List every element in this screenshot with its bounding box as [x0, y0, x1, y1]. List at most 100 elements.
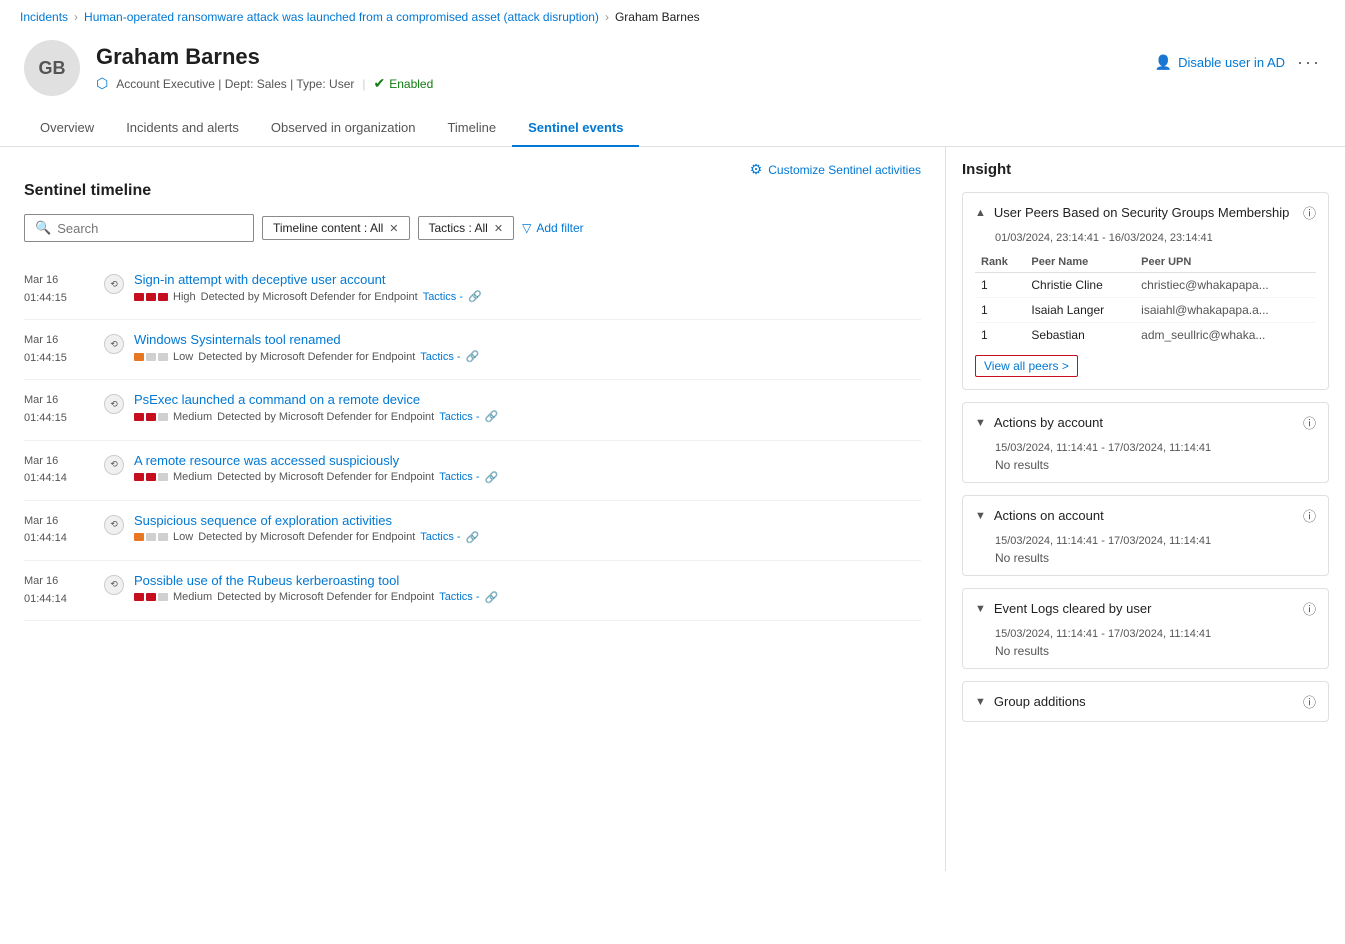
enabled-badge: ✔ Enabled: [373, 75, 433, 92]
item-title[interactable]: Windows Sysinternals tool renamed: [134, 332, 921, 347]
info-icon[interactable]: ⓘ: [1303, 599, 1316, 618]
insight-card-header[interactable]: ▼ Group additions ⓘ: [963, 682, 1328, 721]
breadcrumb-current: Graham Barnes: [615, 10, 700, 24]
time-col: Mar 16 01:44:14: [24, 453, 94, 488]
ext-icon: 🔗: [468, 290, 482, 303]
insight-title: Insight: [962, 161, 1329, 178]
tactics-label[interactable]: Tactics -: [423, 291, 463, 303]
insight-card-user-peers: ▲ User Peers Based on Security Groups Me…: [962, 192, 1329, 390]
user-icon: 👤: [1155, 54, 1172, 71]
card-title: User Peers Based on Security Groups Memb…: [994, 205, 1290, 220]
card-title: Actions by account: [994, 415, 1103, 430]
info-icon[interactable]: ⓘ: [1303, 506, 1316, 525]
tabs-bar: Overview Incidents and alerts Observed i…: [0, 110, 1345, 147]
timeline-item: Mar 16 01:44:15 ⟲ Sign-in attempt with d…: [24, 260, 921, 320]
severity-label: Medium: [173, 591, 212, 603]
remove-timeline-filter[interactable]: ✕: [389, 222, 398, 235]
timeline-item: Mar 16 01:44:14 ⟲ A remote resource was …: [24, 441, 921, 501]
user-header: GB Graham Barnes ⬡ Account Executive | D…: [0, 34, 1345, 110]
item-title[interactable]: PsExec launched a command on a remote de…: [134, 392, 921, 407]
item-content: Sign-in attempt with deceptive user acco…: [134, 272, 921, 303]
search-box[interactable]: 🔍: [24, 214, 254, 242]
item-title[interactable]: Sign-in attempt with deceptive user acco…: [134, 272, 921, 287]
tactics-label[interactable]: Tactics -: [439, 471, 479, 483]
card-date: 15/03/2024, 11:14:41 - 17/03/2024, 11:14…: [963, 535, 1328, 551]
time-col: Mar 16 01:44:14: [24, 513, 94, 548]
filter-chip-tactics[interactable]: Tactics : All ✕: [418, 216, 515, 240]
card-body: Rank Peer Name Peer UPN 1 Christie Cline…: [963, 252, 1328, 389]
card-date: 15/03/2024, 11:14:41 - 17/03/2024, 11:14…: [963, 628, 1328, 644]
filter-chip-timeline[interactable]: Timeline content : All ✕: [262, 216, 410, 240]
timeline-dot: ⟲: [104, 515, 124, 535]
severity-label: High: [173, 291, 196, 303]
meta-sep: |: [362, 77, 365, 91]
tab-sentinel-events[interactable]: Sentinel events: [512, 110, 639, 147]
tab-observed-organization[interactable]: Observed in organization: [255, 110, 432, 147]
timeline-dot: ⟲: [104, 334, 124, 354]
tab-incidents-alerts[interactable]: Incidents and alerts: [110, 110, 255, 147]
tactics-label[interactable]: Tactics -: [439, 411, 479, 423]
insight-card-header[interactable]: ▲ User Peers Based on Security Groups Me…: [963, 193, 1328, 232]
item-title[interactable]: Possible use of the Rubeus kerberoasting…: [134, 573, 921, 588]
severity-bars: [134, 293, 168, 301]
tactics-label[interactable]: Tactics -: [420, 531, 460, 543]
item-content: Windows Sysinternals tool renamed Low De…: [134, 332, 921, 363]
user-meta: Account Executive | Dept: Sales | Type: …: [116, 77, 354, 91]
customize-sentinel-button[interactable]: ⚙ Customize Sentinel activities: [750, 161, 921, 178]
tactics-label[interactable]: Tactics -: [420, 351, 460, 363]
severity-label: Medium: [173, 411, 212, 423]
filter-icon: ▽: [522, 221, 531, 235]
severity-bars: [134, 533, 168, 541]
breadcrumb-sep-2: ›: [605, 10, 609, 24]
insight-card-group-additions: ▼ Group additions ⓘ: [962, 681, 1329, 722]
timeline-item: Mar 16 01:44:14 ⟲ Suspicious sequence of…: [24, 501, 921, 561]
item-title[interactable]: Suspicious sequence of exploration activ…: [134, 513, 921, 528]
user-name: Graham Barnes: [96, 44, 433, 70]
insight-panel: Insight ▲ User Peers Based on Security G…: [946, 147, 1345, 748]
search-input[interactable]: [57, 221, 243, 236]
no-results: No results: [995, 551, 1316, 565]
remove-tactics-filter[interactable]: ✕: [494, 222, 503, 235]
more-options-button[interactable]: ···: [1297, 52, 1321, 73]
col-peer-upn: Peer UPN: [1135, 252, 1316, 273]
severity-label: Low: [173, 351, 193, 363]
timeline-list: Mar 16 01:44:15 ⟲ Sign-in attempt with d…: [24, 260, 921, 621]
breadcrumb-incidents[interactable]: Incidents: [20, 10, 68, 24]
item-content: Possible use of the Rubeus kerberoasting…: [134, 573, 921, 604]
view-all-peers-link[interactable]: View all peers >: [975, 355, 1078, 377]
tab-overview[interactable]: Overview: [24, 110, 110, 147]
insight-card-header[interactable]: ▼ Event Logs cleared by user ⓘ: [963, 589, 1328, 628]
timeline-item: Mar 16 01:44:14 ⟲ Possible use of the Ru…: [24, 561, 921, 621]
severity-bars: [134, 593, 168, 601]
severity-label: Medium: [173, 471, 212, 483]
item-content: A remote resource was accessed suspiciou…: [134, 453, 921, 484]
card-title: Actions on account: [994, 508, 1104, 523]
ext-icon: 🔗: [485, 471, 499, 484]
disable-user-button[interactable]: 👤 Disable user in AD: [1155, 54, 1285, 71]
breadcrumb: Incidents › Human-operated ransomware at…: [0, 0, 1345, 34]
add-filter-button[interactable]: ▽ Add filter: [522, 221, 584, 235]
severity-bars: [134, 413, 168, 421]
gear-icon: ⚙: [750, 161, 763, 178]
timeline-item: Mar 16 01:44:15 ⟲ Windows Sysinternals t…: [24, 320, 921, 380]
severity-bars: [134, 473, 168, 481]
insight-card-header[interactable]: ▼ Actions by account ⓘ: [963, 403, 1328, 442]
col-rank: Rank: [975, 252, 1025, 273]
timeline-dot: ⟲: [104, 394, 124, 414]
card-date: 01/03/2024, 23:14:41 - 16/03/2024, 23:14…: [963, 232, 1328, 252]
insight-card-actions-on-account: ▼ Actions on account ⓘ 15/03/2024, 11:14…: [962, 495, 1329, 576]
chevron-up-icon: ▲: [975, 207, 986, 219]
info-icon[interactable]: ⓘ: [1303, 203, 1316, 222]
insight-card-header[interactable]: ▼ Actions on account ⓘ: [963, 496, 1328, 535]
item-title[interactable]: A remote resource was accessed suspiciou…: [134, 453, 921, 468]
user-info: Graham Barnes ⬡ Account Executive | Dept…: [96, 44, 433, 92]
info-icon[interactable]: ⓘ: [1303, 413, 1316, 432]
breadcrumb-incident-title[interactable]: Human-operated ransomware attack was lau…: [84, 10, 599, 24]
info-icon[interactable]: ⓘ: [1303, 692, 1316, 711]
table-row: 1 Sebastian adm_seullric@whaka...: [975, 323, 1316, 348]
card-body: No results: [963, 644, 1328, 668]
chevron-down-icon: ▼: [975, 417, 986, 429]
tab-timeline[interactable]: Timeline: [431, 110, 512, 147]
table-row: 1 Christie Cline christiec@whakapapa...: [975, 273, 1316, 298]
tactics-label[interactable]: Tactics -: [439, 591, 479, 603]
